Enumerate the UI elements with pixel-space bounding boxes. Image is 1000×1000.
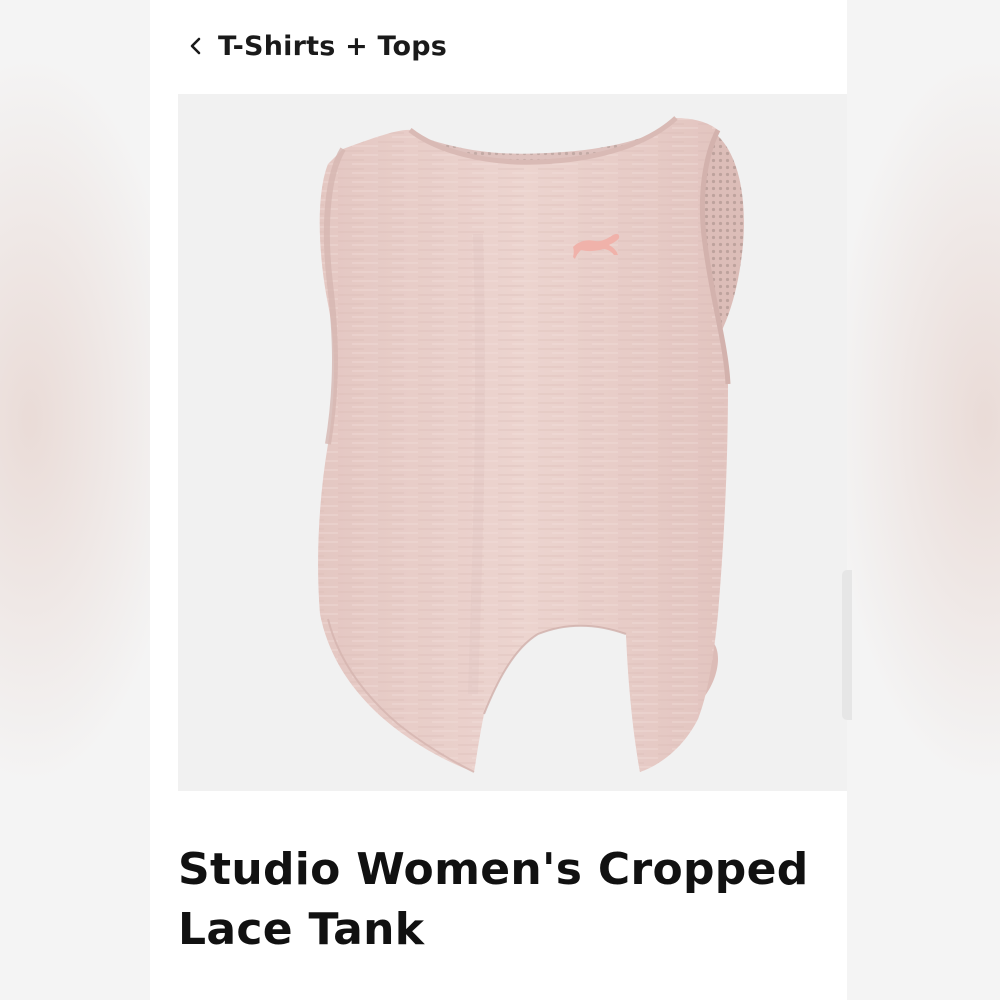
product-title: Studio Women's Cropped Lace Tank	[178, 844, 809, 955]
product-card: T-Shirts + Tops Studio Women's Cropped L…	[150, 0, 847, 1000]
back-link-label: T-Shirts + Tops	[218, 30, 448, 62]
product-image[interactable]	[178, 94, 847, 791]
chevron-left-icon	[188, 36, 204, 56]
side-scroll-handle[interactable]	[842, 570, 852, 720]
back-link[interactable]: T-Shirts + Tops	[188, 24, 447, 68]
